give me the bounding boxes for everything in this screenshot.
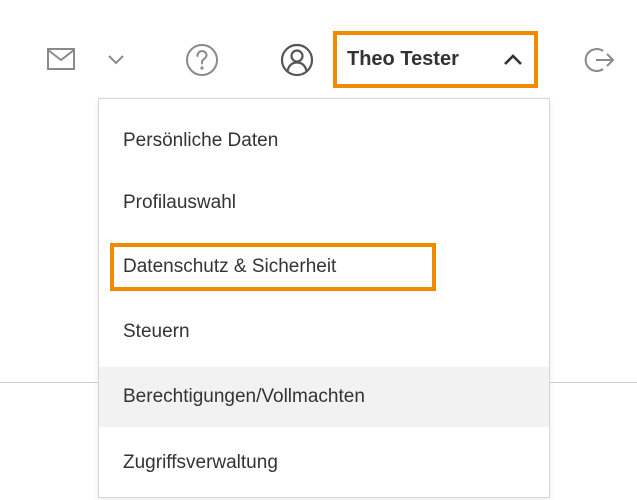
chevron-down-icon[interactable] xyxy=(108,55,124,65)
logout-icon[interactable] xyxy=(583,45,615,75)
menu-item-steuern[interactable]: Steuern xyxy=(99,302,549,362)
top-toolbar: Theo Tester xyxy=(0,0,637,110)
envelope-icon[interactable] xyxy=(47,48,75,70)
chevron-up-icon xyxy=(503,53,523,66)
user-dropdown-menu: Persönliche Daten Profilauswahl Datensch… xyxy=(98,98,550,498)
menu-item-berechtigungen-vollmachten[interactable]: Berechtigungen/Vollmachten xyxy=(99,367,549,427)
menu-item-persoenliche-daten[interactable]: Persönliche Daten xyxy=(99,111,549,171)
user-circle-icon[interactable] xyxy=(280,43,314,77)
question-circle-icon[interactable] xyxy=(185,43,219,77)
menu-item-zugriffsverwaltung[interactable]: Zugriffsverwaltung xyxy=(99,433,549,493)
menu-item-profilauswahl[interactable]: Profilauswahl xyxy=(99,173,549,233)
menu-item-datenschutz-sicherheit[interactable]: Datenschutz & Sicherheit xyxy=(99,237,549,297)
user-name: Theo Tester xyxy=(347,48,459,70)
user-menu-toggle[interactable]: Theo Tester xyxy=(333,31,538,88)
